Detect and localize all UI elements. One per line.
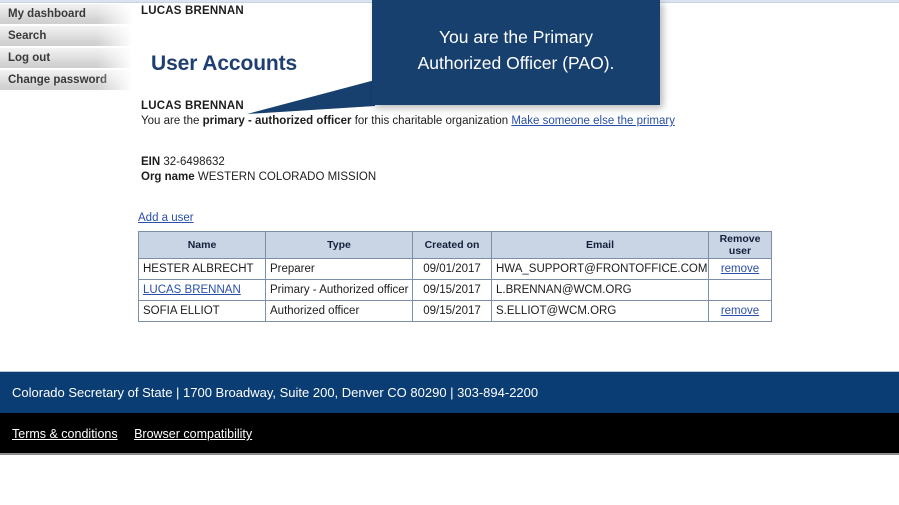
- table-row: LUCAS BRENNAN Primary - Authorized offic…: [138, 279, 772, 301]
- cell-email: S.ELLIOT@WCM.ORG: [491, 300, 709, 322]
- primary-officer-callout: You are the Primary Authorized Officer (…: [372, 0, 660, 105]
- cell-remove: remove: [708, 300, 772, 322]
- user-name-link[interactable]: LUCAS BRENNAN: [143, 284, 241, 296]
- org-name-row: Org name WESTERN COLORADO MISSION: [141, 170, 878, 185]
- callout-line-1: You are the Primary: [438, 27, 593, 47]
- callout-text: You are the Primary Authorized Officer (…: [372, 0, 660, 76]
- column-header-email: Email: [491, 231, 709, 259]
- cell-created-on: 09/15/2017: [412, 279, 492, 301]
- intro-prefix: You are the: [141, 115, 203, 127]
- org-name-value: WESTERN COLORADO MISSION: [197, 170, 377, 183]
- table-header-row: Name Type Created on Email Remove user: [138, 231, 772, 259]
- table-row: SOFIA ELLIOT Authorized officer 09/15/20…: [138, 300, 772, 322]
- sidebar-item-label: Change password: [8, 74, 108, 86]
- remove-user-link[interactable]: remove: [721, 305, 759, 317]
- footer-link-terms-conditions[interactable]: Terms & conditions: [12, 427, 118, 441]
- cell-name: LUCAS BRENNAN: [138, 279, 266, 301]
- cell-created-on: 09/15/2017: [412, 300, 492, 322]
- sidebar-item-label: Search: [8, 30, 47, 42]
- column-header-remove-user: Remove user: [708, 231, 772, 259]
- make-someone-else-primary-link[interactable]: Make someone else the primary: [511, 115, 675, 127]
- org-name-label: Org name: [141, 170, 195, 183]
- cell-email: L.BRENNAN@WCM.ORG: [491, 279, 709, 301]
- intro-role: primary - authorized officer: [202, 115, 352, 127]
- sidebar-item-search[interactable]: Search: [0, 26, 131, 46]
- table-row: HESTER ALBRECHT Preparer 09/01/2017 HWA_…: [138, 258, 772, 280]
- footer-link-browser-compatibility[interactable]: Browser compatibility: [134, 427, 252, 441]
- cell-name: SOFIA ELLIOT: [138, 300, 266, 322]
- footer-links-bar: Terms & conditions Browser compatibility: [0, 413, 899, 455]
- cell-remove: [708, 279, 772, 301]
- footer-address-bar: Colorado Secretary of State | 1700 Broad…: [0, 371, 899, 413]
- remove-user-link[interactable]: remove: [721, 263, 759, 275]
- callout-tail: [247, 80, 375, 114]
- sidebar-item-log-out[interactable]: Log out: [0, 48, 131, 68]
- user-accounts-table: Name Type Created on Email Remove user H…: [138, 231, 772, 322]
- ein-value: 32-6498632: [163, 156, 225, 168]
- cell-remove: remove: [708, 258, 772, 280]
- sidebar-item-change-password[interactable]: Change password: [0, 70, 131, 90]
- add-a-user-link[interactable]: Add a user: [138, 212, 194, 224]
- column-header-type: Type: [265, 231, 413, 259]
- cell-type: Preparer: [265, 258, 413, 280]
- callout-line-2: Authorized Officer (PAO).: [417, 53, 615, 73]
- sidebar-nav: My dashboard Search Log out Change passw…: [0, 4, 131, 92]
- cell-type: Primary - Authorized officer: [265, 279, 413, 301]
- cell-created-on: 09/01/2017: [412, 258, 492, 280]
- cell-name: HESTER ALBRECHT: [138, 258, 266, 280]
- intro-suffix: for this charitable organization: [351, 115, 512, 127]
- column-header-created-on: Created on: [412, 231, 492, 259]
- sidebar-item-my-dashboard[interactable]: My dashboard: [0, 4, 131, 24]
- organization-details: EIN 32-6498632 Org name WESTERN COLORADO…: [138, 128, 878, 184]
- ein-label: EIN: [141, 156, 161, 168]
- cell-type: Authorized officer: [265, 300, 413, 322]
- column-header-name: Name: [138, 231, 266, 259]
- footer-address-text: Colorado Secretary of State | 1700 Broad…: [12, 385, 539, 400]
- add-user-row: Add a user: [138, 184, 878, 224]
- sidebar-item-label: Log out: [8, 52, 51, 64]
- sidebar-item-label: My dashboard: [8, 8, 86, 20]
- cell-email: HWA_SUPPORT@FRONTOFFICE.COM: [491, 258, 709, 280]
- ein-row: EIN 32-6498632: [141, 155, 878, 170]
